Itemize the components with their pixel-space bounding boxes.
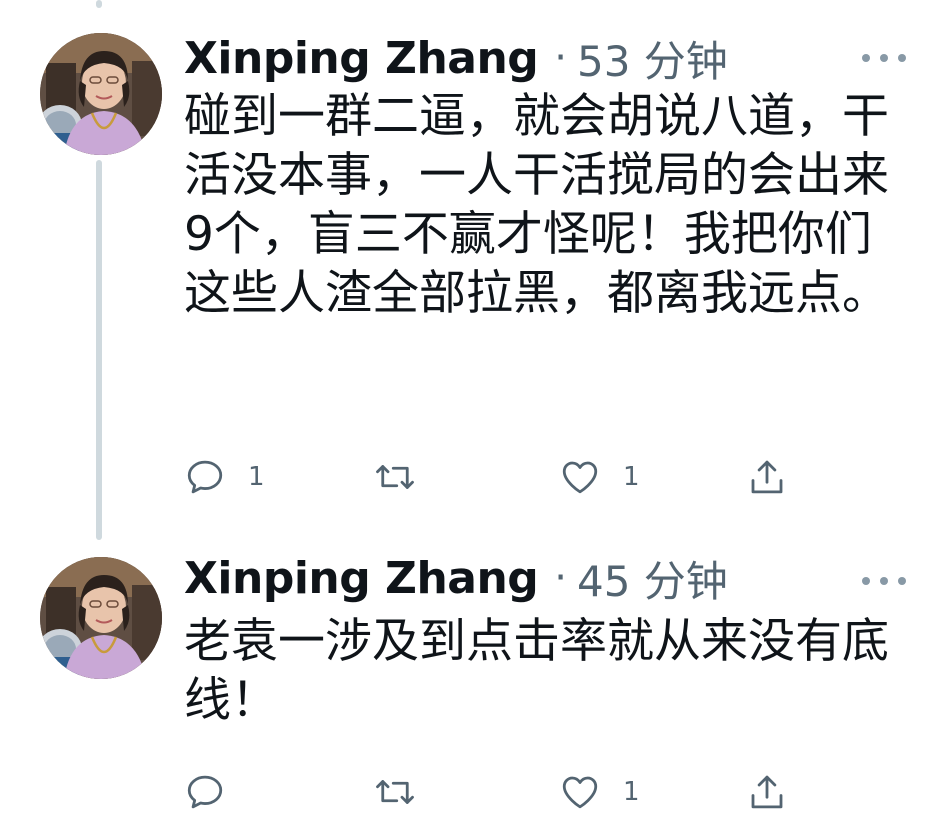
reply-button[interactable]	[184, 767, 248, 817]
tweet-header: Xinping Zhang · 53 分钟	[184, 28, 728, 88]
share-button[interactable]	[746, 767, 788, 817]
timestamp[interactable]: 53 分钟	[577, 28, 728, 89]
separator-dot: ·	[554, 35, 568, 81]
tweet-actions: 1 1	[184, 452, 804, 502]
retweet-icon	[376, 780, 414, 804]
more-icon[interactable]	[862, 48, 906, 68]
retweet-button[interactable]	[374, 452, 438, 502]
avatar-image	[40, 33, 162, 155]
tweet-text: 碰到一群二逼，就会胡说八道，干活没本事，一人干活搅局的会出来9个，盲三不赢才怪呢…	[184, 89, 889, 321]
tweet-header: Xinping Zhang · 45 分钟	[184, 548, 728, 608]
share-icon	[751, 460, 783, 494]
reply-count: 1	[248, 462, 265, 492]
like-icon	[562, 461, 598, 494]
retweet-icon	[376, 465, 414, 489]
like-button[interactable]: 1	[559, 767, 640, 817]
tweet[interactable]: Xinping Zhang · 53 分钟 碰到一群二逼，就会胡说八道，干活没本…	[0, 0, 946, 520]
like-count: 1	[623, 777, 640, 807]
avatar[interactable]	[40, 33, 162, 155]
reply-icon	[187, 460, 223, 494]
retweet-button[interactable]	[374, 767, 438, 817]
tweet-text: 老袁一涉及到点击率就从来没有底线！	[184, 614, 889, 728]
more-icon[interactable]	[862, 571, 906, 591]
avatar[interactable]	[40, 557, 162, 679]
tweet-actions: 1	[184, 767, 804, 817]
separator-dot: ·	[554, 555, 568, 601]
author-name[interactable]: Xinping Zhang	[184, 553, 539, 604]
share-icon	[751, 775, 783, 809]
tweet[interactable]: Xinping Zhang · 45 分钟 老袁一涉及到点击率就从来没有底线！	[0, 545, 946, 836]
like-button[interactable]: 1	[559, 452, 640, 502]
timestamp[interactable]: 45 分钟	[577, 548, 728, 609]
share-button[interactable]	[746, 452, 788, 502]
like-icon	[562, 776, 598, 809]
author-name[interactable]: Xinping Zhang	[184, 33, 539, 84]
reply-button[interactable]: 1	[184, 452, 265, 502]
like-count: 1	[623, 462, 640, 492]
avatar-image	[40, 557, 162, 679]
reply-icon	[187, 775, 223, 809]
